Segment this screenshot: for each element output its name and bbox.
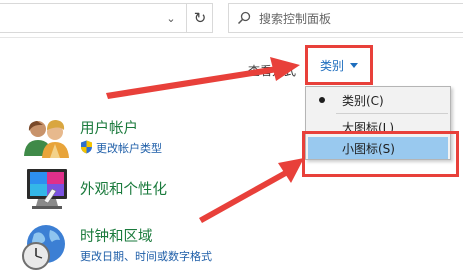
annotation-arrows [106,57,304,223]
annotation-arrow [199,158,304,223]
annotation-arrow [106,57,300,99]
